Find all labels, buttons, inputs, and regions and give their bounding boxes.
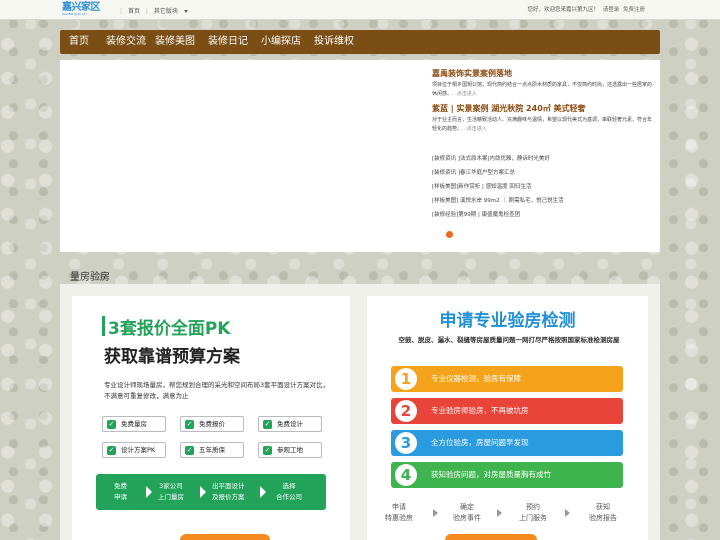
- number-badge: 3: [395, 432, 417, 454]
- logo-subtext: JIAXING JIAJU QU: [62, 12, 87, 16]
- nav-item-photos[interactable]: 装修美图: [155, 30, 195, 54]
- feature-item: ✓ 免费报价: [180, 416, 244, 432]
- list-item[interactable]: [装修资讯 ]法式原木案|内敛优雅，静诉时光美好: [432, 152, 652, 166]
- feature-label: 五年质保: [199, 446, 225, 454]
- banner-panel: 嘉禹装饰实景案例落地 项目位于桐乡国玥公馆，现代简约结合一点点原木材质的家具，不…: [60, 60, 660, 252]
- flow-step: 免费 申请: [114, 482, 127, 501]
- inspection-step: 预约 上门服务: [519, 503, 547, 522]
- benefit-bar: 4 获知验房问题，对房屋质量胸有成竹: [391, 462, 623, 488]
- nav-item-home[interactable]: 首页: [69, 30, 89, 54]
- top-link-boards-label: 其它版块: [153, 8, 178, 15]
- flow-step: 3家公司 上门量房: [158, 482, 184, 501]
- arrow-right-icon: [497, 509, 502, 517]
- nav-item-exchange[interactable]: 装修交流: [106, 30, 146, 54]
- feature-item: ✓ 参观工地: [258, 442, 322, 458]
- number-badge: 2: [395, 400, 417, 422]
- list-item[interactable]: [样板美图]新作赏析 | 感知温度 回归生活: [432, 180, 652, 194]
- feature-item: ✓ 免费量房: [102, 416, 166, 432]
- benefit-bar: 1 专业仪器检测，验房有保障: [391, 366, 623, 392]
- nav-item-diary[interactable]: 装修日记: [208, 30, 248, 54]
- top-link-home[interactable]: 首页: [128, 8, 140, 15]
- nav-item-complaints[interactable]: 投诉维权: [314, 30, 354, 54]
- inspection-step: 确定 验房事件: [453, 503, 481, 522]
- benefit-text: 专业仪器检测，验房有保障: [431, 374, 521, 383]
- feature-label: 参观工地: [277, 446, 303, 454]
- top-links: | 首页 | 其它版块: [120, 6, 196, 15]
- check-icon: ✓: [107, 446, 116, 455]
- feature-label: 免费设计: [277, 420, 303, 428]
- read-more-link[interactable]: ...点击进入: [452, 91, 477, 97]
- inspection-card[interactable]: 申请专业验房检测 空鼓、脱皮、漏水、裂缝等房屋质量问题一网打尽严格按照国家标准检…: [367, 296, 648, 540]
- arrow-right-icon: [146, 486, 152, 498]
- benefit-bar: 3 全方位验房，房屋问题早发现: [391, 430, 623, 456]
- benefit-text: 获知验房问题，对房屋质量胸有成竹: [431, 470, 551, 479]
- number-badge: 4: [395, 464, 417, 486]
- arrow-right-icon: [200, 486, 206, 498]
- article-title[interactable]: 嘉禹装饰实景案例落地: [432, 68, 652, 79]
- arrow-right-icon: [433, 509, 438, 517]
- feature-label: 免费报价: [199, 420, 225, 428]
- apply-button[interactable]: [180, 534, 270, 540]
- check-icon: ✓: [263, 446, 272, 455]
- benefit-text: 全方位验房，房屋问题早发现: [431, 438, 529, 447]
- register-link[interactable]: 免费注册: [623, 7, 645, 13]
- inspection-step: 获知 验房报告: [589, 503, 617, 522]
- site-logo[interactable]: 嘉兴家区 JIAXING JIAJU QU: [62, 3, 110, 17]
- inspection-headline: 申请专业验房检测: [439, 311, 576, 331]
- accent-bar: [102, 316, 105, 336]
- benefit-bar: 2 专业验房师验房，不再被坑房: [391, 398, 623, 424]
- arrow-right-icon: [565, 509, 570, 517]
- process-flow: 免费 申请 3家公司 上门量房 出平面设计 及报价方案 选择 合作公司: [96, 474, 326, 510]
- article-desc: 对于业主而言，生活精致活动人、充满趣味与温情，希望以现代美式为基调，串联轻奢元素…: [432, 116, 652, 134]
- featured-articles: 嘉禹装饰实景案例落地 项目位于桐乡国玥公馆，现代简约结合一点点原木材质的家具，不…: [432, 64, 652, 134]
- main-nav: 首页 装修交流 装修美图 装修日记 小编探店 投诉维权: [60, 30, 660, 54]
- flow-step: 选择 合作公司: [276, 482, 302, 501]
- read-more-link[interactable]: ...点击进入: [462, 126, 487, 132]
- inspection-sub: 空鼓、脱皮、漏水、裂缝等房屋质量问题一网打尽严格按照国家标准检测房屋: [398, 336, 620, 344]
- feature-label: 免费量房: [121, 420, 147, 428]
- flow-step: 出平面设计 及报价方案: [212, 482, 245, 501]
- quote-headline: 3套报价全面PK: [108, 319, 231, 339]
- quote-desc: 专业设计师现场量房，帮您规划合理的采光和空间布局3套平面设计方案对比，不满意可重…: [104, 381, 330, 400]
- greeting-text: 您好，欢迎您来嘉兴第九区！: [527, 7, 599, 13]
- check-icon: ✓: [185, 446, 194, 455]
- top-bar: 嘉兴家区 JIAXING JIAJU QU | 首页 | 其它版块 您好，欢迎您…: [0, 0, 720, 20]
- check-icon: ✓: [107, 420, 116, 429]
- slider-dot[interactable]: [446, 231, 453, 238]
- benefit-text: 专业验房师验房，不再被坑房: [431, 406, 529, 415]
- check-icon: ✓: [185, 420, 194, 429]
- article-desc: 项目位于桐乡国玥公馆，现代简约结合一点点原木材质的家具，不仅简约时尚，还透露出一…: [432, 81, 652, 99]
- section-title: 量房验房: [70, 272, 110, 283]
- list-item[interactable]: [样板美图] 溪悦水岸 99m2 ｜ 刚需私宅，悦己悦生活: [432, 194, 652, 208]
- chevron-down-icon: [183, 10, 188, 13]
- feature-label: 设计方案PK: [121, 446, 156, 454]
- feature-item: ✓ 设计方案PK: [102, 442, 166, 458]
- feature-item: ✓ 免费设计: [258, 416, 322, 432]
- user-area: 您好，欢迎您来嘉兴第九区！ 请登录 免费注册: [527, 5, 645, 13]
- article-list: [装修资讯 ]法式原木案|内敛优雅，静诉时光美好 [装修资讯 ]春江华庭户型方案…: [432, 152, 652, 222]
- list-item[interactable]: [装修经验]第99期 | 康盛魔鬼检查团: [432, 208, 652, 222]
- login-link[interactable]: 请登录: [603, 7, 620, 13]
- top-link-boards[interactable]: 其它版块: [154, 8, 192, 15]
- inspection-step: 申请 特惠验房: [385, 503, 413, 522]
- list-item[interactable]: [装修资讯 ]春江华庭户型方案汇总: [432, 166, 652, 180]
- nav-item-store-visit[interactable]: 小编探店: [261, 30, 301, 54]
- feature-item: ✓ 五年质保: [180, 442, 244, 458]
- quote-subheadline: 获取靠谱预算方案: [104, 347, 240, 367]
- check-icon: ✓: [263, 420, 272, 429]
- quote-card[interactable]: 3套报价全面PK 获取靠谱预算方案 专业设计师现场量房，帮您规划合理的采光和空间…: [72, 296, 350, 540]
- article-title[interactable]: 紫蓝 | 实景案例 湖光秋院 240㎡ 美式轻奢: [432, 103, 652, 114]
- arrow-right-icon: [260, 486, 266, 498]
- number-badge: 1: [395, 368, 417, 390]
- apply-inspection-button[interactable]: [445, 534, 537, 540]
